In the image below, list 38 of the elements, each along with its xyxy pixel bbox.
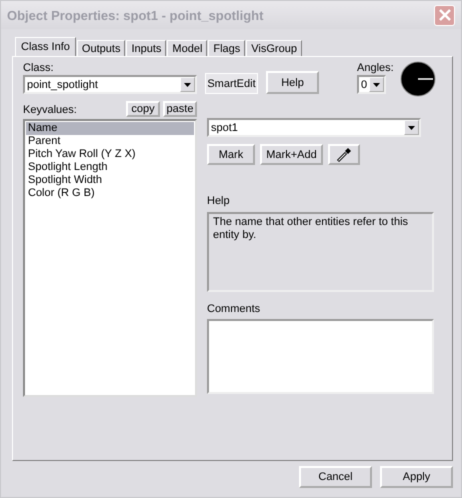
tab[interactable]: Class Info: [15, 37, 76, 56]
dialog-button[interactable]: Apply: [380, 466, 453, 488]
class-label: Class:: [23, 62, 55, 75]
eyedropper-button[interactable]: [328, 144, 360, 165]
caret-icon: [184, 82, 191, 86]
keyvalue-item[interactable]: Parent: [26, 135, 194, 148]
keyvalue-item[interactable]: Color (R G B): [26, 187, 194, 200]
close-icon: [438, 8, 452, 22]
angles-dropdown[interactable]: 0: [357, 75, 386, 94]
tab[interactable]: Model: [167, 40, 208, 56]
tab[interactable]: Flags: [208, 40, 246, 56]
angles-label: Angles:: [357, 62, 394, 75]
value-dropdown[interactable]: spot1: [207, 118, 421, 137]
keyvalues-label: Keyvalues:: [23, 104, 78, 117]
mark-add-button[interactable]: Mark+Add: [260, 144, 323, 165]
keyvalue-item[interactable]: Spotlight Width: [26, 174, 194, 187]
tab[interactable]: Outputs: [76, 40, 126, 56]
keyvalue-item[interactable]: Pitch Yaw Roll (Y Z X): [26, 148, 194, 161]
smartedit-button[interactable]: SmartEdit: [205, 73, 258, 94]
help-label: Help: [207, 195, 231, 208]
keyvalue-item[interactable]: Spotlight Length: [26, 161, 194, 174]
copy-button[interactable]: copy: [126, 101, 160, 117]
help-button[interactable]: Help: [266, 71, 319, 94]
tab[interactable]: Inputs: [126, 40, 166, 56]
caret-icon: [373, 82, 380, 86]
dialog-button[interactable]: Cancel: [299, 466, 372, 488]
comments-label: Comments: [207, 303, 262, 316]
eyedropper-icon: [335, 146, 353, 164]
class-dropdown[interactable]: point_spotlight: [23, 75, 197, 94]
tab[interactable]: VisGroup: [246, 40, 302, 56]
paste-button[interactable]: paste: [163, 101, 197, 117]
caret-icon: [408, 126, 415, 130]
mark-button[interactable]: Mark: [207, 144, 255, 165]
comments-field[interactable]: [207, 319, 434, 394]
angle-dial[interactable]: [400, 61, 436, 97]
window-title: Object Properties: spot1 - point_spotlight: [7, 8, 264, 22]
keyvalue-item[interactable]: Name: [26, 122, 194, 135]
help-text: The name that other entities refer to this entity by.: [207, 212, 434, 292]
